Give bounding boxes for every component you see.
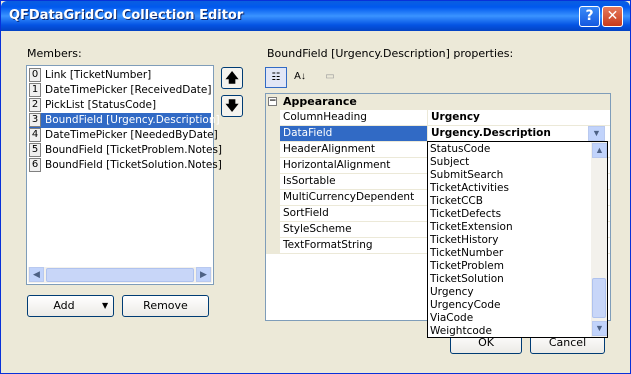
member-index: 5 (29, 143, 41, 157)
property-name: IsSortable (280, 174, 428, 190)
scroll-up-icon[interactable]: ▲ (592, 143, 607, 158)
member-text: DateTimePicker [ReceivedDate] (45, 84, 212, 96)
add-label: Add (53, 299, 75, 312)
property-toolbar: ☷ A↓ ▭ (265, 67, 345, 89)
dropdown-option[interactable]: TicketActivities (430, 182, 590, 195)
scroll-thumb[interactable] (592, 278, 606, 318)
list-item[interactable]: 1 DateTimePicker [ReceivedDate] (29, 83, 211, 98)
move-down-button[interactable]: 🡇 (221, 95, 243, 117)
member-text: BoundField [TicketSolution.Notes] (45, 159, 222, 171)
member-text: BoundField [Urgency.Description] (45, 114, 220, 126)
category-label: Appearance (283, 95, 357, 108)
dropdown-option[interactable]: Urgency (430, 286, 590, 299)
help-button[interactable]: ? (579, 6, 600, 27)
members-label: Members: (27, 47, 82, 60)
list-item[interactable]: 5 BoundField [TicketProblem.Notes] (29, 143, 222, 158)
list-item-selected[interactable]: 3 BoundField [Urgency.Description] (29, 113, 220, 128)
dropdown-option[interactable]: Subject (430, 156, 590, 169)
list-item[interactable]: 2 PickList [StatusCode] (29, 98, 211, 113)
property-name: TextFormatString (280, 238, 428, 254)
member-text: PickList [StatusCode] (45, 99, 157, 111)
property-name: HeaderAlignment (280, 142, 428, 158)
scroll-down-icon[interactable]: ▼ (592, 321, 607, 336)
title-bar[interactable]: QFDataGridCol Collection Editor ? ✕ (1, 1, 630, 31)
property-row[interactable]: ColumnHeading Urgency (266, 110, 610, 126)
scroll-left-icon[interactable]: ◀ (29, 267, 44, 282)
property-name: MultiCurrencyDependent (280, 190, 428, 206)
dropdown-option[interactable]: TicketSolution (430, 273, 590, 286)
dropdown-option[interactable]: TicketHistory (430, 234, 590, 247)
dropdown-option[interactable]: ViaCode (430, 312, 590, 325)
dropdown-option[interactable]: StatusCode (430, 143, 590, 156)
member-index: 1 (29, 83, 41, 97)
list-item[interactable]: 0 Link [TicketNumber] (29, 68, 211, 83)
dropdown-option[interactable]: TicketNumber (430, 247, 590, 260)
add-button[interactable]: Add ▼ (27, 295, 114, 317)
dropdown-option[interactable]: UrgencyCode (430, 299, 590, 312)
member-index: 3 (29, 113, 41, 127)
property-pages-icon[interactable]: ▭ (319, 67, 341, 88)
categorized-icon[interactable]: ☷ (265, 67, 287, 88)
dropdown-option[interactable]: Weightcode (430, 325, 590, 338)
property-row-selected[interactable]: DataField Urgency.Description (266, 126, 610, 142)
member-text: Link [TicketNumber] (45, 69, 152, 81)
member-index: 0 (29, 68, 41, 82)
list-item[interactable]: 4 DateTimePicker [NeededByDate] (29, 128, 218, 143)
members-list[interactable]: 0 Link [TicketNumber] 1 DateTimePicker [Re… (26, 65, 222, 285)
collapse-icon[interactable]: − (268, 97, 277, 106)
properties-label: BoundField [Urgency.Description] propert… (267, 47, 514, 60)
member-index: 4 (29, 128, 41, 142)
remove-button[interactable]: Remove (122, 295, 209, 317)
member-index: 2 (29, 98, 41, 112)
alphabetical-icon[interactable]: A↓ (289, 67, 311, 88)
list-item[interactable]: 6 BoundField [TicketSolution.Notes] (29, 158, 222, 173)
dropdown-option[interactable]: TicketProblem (430, 260, 590, 273)
property-value[interactable]: Urgency.Description (428, 126, 610, 142)
scroll-right-icon[interactable]: ▶ (196, 267, 211, 282)
dropdown-option[interactable]: TicketDefects (430, 208, 590, 221)
datafield-dropdown-button[interactable]: ▼ (588, 126, 605, 141)
horizontal-scrollbar[interactable]: ◀ ▶ (28, 267, 212, 283)
vertical-scrollbar[interactable]: ▲ ▼ (591, 142, 607, 337)
property-name: ColumnHeading (280, 110, 428, 126)
dropdown-option[interactable]: TicketCCB (430, 195, 590, 208)
member-text: DateTimePicker [NeededByDate] (45, 129, 218, 141)
scroll-thumb[interactable] (46, 268, 194, 282)
property-name: SortField (280, 206, 428, 222)
property-value[interactable]: Urgency (428, 110, 610, 126)
property-name: StyleScheme (280, 222, 428, 238)
property-name: DataField (280, 126, 428, 142)
category-appearance[interactable]: − Appearance (266, 94, 610, 110)
move-up-button[interactable]: 🡅 (221, 67, 243, 89)
member-index: 6 (29, 158, 41, 172)
collection-editor-window: QFDataGridCol Collection Editor ? ✕ Memb… (0, 0, 631, 374)
member-text: BoundField [TicketProblem.Notes] (45, 144, 223, 156)
property-name: HorizontalAlignment (280, 158, 428, 174)
datafield-dropdown-list[interactable]: StatusCode Subject SubmitSearch TicketAc… (427, 141, 608, 338)
dropdown-option[interactable]: SubmitSearch (430, 169, 590, 182)
close-button[interactable]: ✕ (602, 6, 623, 27)
dropdown-arrow-icon: ▼ (102, 301, 109, 310)
window-title: QFDataGridCol Collection Editor (9, 8, 244, 23)
dropdown-option[interactable]: TicketExtension (430, 221, 590, 234)
